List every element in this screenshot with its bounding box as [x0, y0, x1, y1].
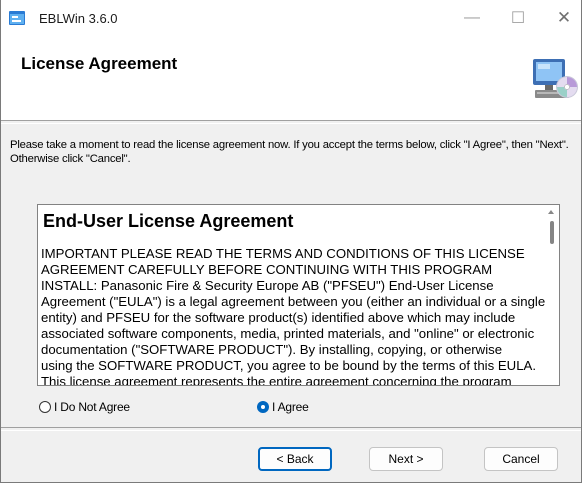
eula-line: IMPORTANT PLEASE READ THE TERMS AND COND… [41, 246, 525, 261]
agree-label[interactable]: I Agree [272, 400, 309, 414]
title-bar[interactable]: EBLWin 3.6.0 — ☐ ✕ [1, 0, 581, 36]
app-icon [9, 11, 25, 25]
agree-radio[interactable]: I Agree [257, 400, 309, 414]
eula-heading: End-User License Agreement [43, 211, 294, 231]
scroll-thumb[interactable] [550, 221, 554, 244]
radio-checked-icon[interactable] [257, 401, 269, 413]
do-not-agree-label[interactable]: I Do Not Agree [54, 400, 130, 414]
maximize-button[interactable]: ☐ [495, 0, 541, 36]
page-title: License Agreement [21, 54, 178, 73]
eula-line: using the SOFTWARE PRODUCT, you agree to… [41, 358, 536, 373]
minimize-button[interactable]: — [449, 0, 495, 36]
eula-line: AGREEMENT CAREFULLY BEFORE CONTINUING WI… [41, 262, 493, 277]
back-button[interactable]: < Back [258, 447, 332, 471]
close-button[interactable]: ✕ [541, 0, 582, 36]
eula-line: associated software components, media, p… [41, 326, 535, 341]
eula-line: INSTALL: Panasonic Fire & Security Europ… [41, 278, 494, 293]
eula-line: documentation ("SOFTWARE PRODUCT"). By i… [41, 342, 503, 357]
instructions-text: Please take a moment to read the license… [10, 139, 569, 165]
header-banner: License Agreement [1, 36, 581, 120]
eula-body: IMPORTANT PLEASE READ THE TERMS AND COND… [41, 246, 546, 386]
eula-line: entity) and PFSEU for the software produ… [41, 310, 516, 325]
window-title: EBLWin 3.6.0 [39, 11, 118, 26]
eula-line: Agreement ("EULA") is a legal agreement … [41, 294, 546, 309]
header-divider [1, 120, 581, 124]
eula-scrollbar[interactable] [545, 205, 559, 385]
eula-line: This license agreement represents the en… [41, 374, 512, 386]
next-button[interactable]: Next > [369, 447, 443, 471]
cancel-button[interactable]: Cancel [484, 447, 558, 471]
radio-unchecked-icon[interactable] [39, 401, 51, 413]
computer-cd-icon [533, 59, 578, 98]
footer-divider [1, 427, 581, 431]
installer-window: EBLWin 3.6.0 — ☐ ✕ License Agreement Ple… [0, 0, 582, 483]
do-not-agree-radio[interactable]: I Do Not Agree [39, 400, 130, 414]
eula-text-box[interactable]: End-User License Agreement IMPORTANT PLE… [37, 204, 560, 386]
scroll-up-arrow-icon[interactable] [548, 210, 554, 214]
